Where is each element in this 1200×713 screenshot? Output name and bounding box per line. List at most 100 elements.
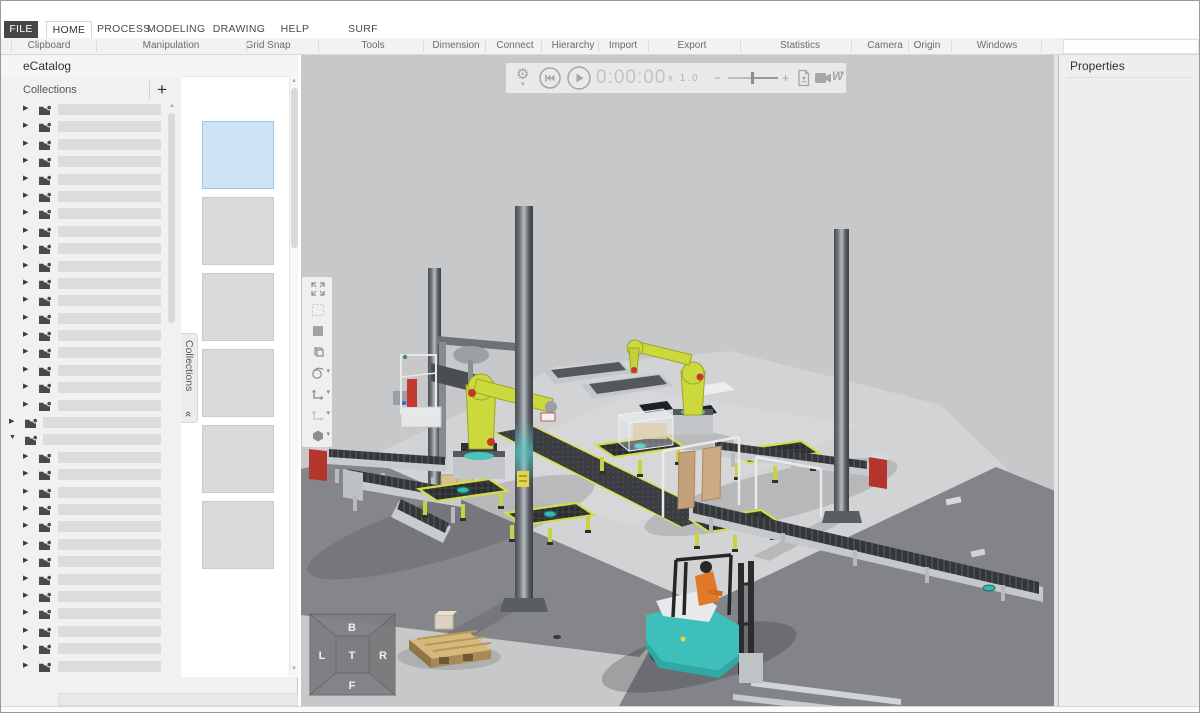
thumbnail-scrollbar[interactable]: ▲ ▼ [289,76,298,676]
collection-tree-row[interactable]: ▶ [1,449,166,466]
render-mode-button[interactable]: ▾ [302,361,332,382]
catalog-thumbnail[interactable] [202,501,274,569]
record-video-icon[interactable] [814,71,832,85]
collection-tree-row[interactable]: ▶ [1,623,166,640]
collection-tree-row[interactable]: ▶ [1,292,166,309]
collection-tree-row[interactable]: ▶ [1,171,166,188]
expand-arrow-icon[interactable]: ▶ [23,226,28,234]
nav-cube[interactable]: B L T R F [310,614,395,695]
export-pdf-icon[interactable] [796,69,812,87]
tree-scrollbar[interactable]: ▲ ▼ [167,101,177,713]
expand-arrow-icon[interactable]: ▶ [23,643,28,651]
collection-tree-row[interactable]: ▶ [1,379,166,396]
expand-arrow-icon[interactable]: ▶ [23,556,28,564]
collection-tree-row[interactable]: ▶ [1,571,166,588]
scroll-up-icon[interactable]: ▲ [290,78,298,84]
expand-arrow-icon[interactable]: ▶ [23,261,28,269]
viewport-3d[interactable]: B L T R F [301,55,1055,706]
expand-arrow-icon[interactable]: ▶ [23,278,28,286]
maximize-button[interactable] [302,277,332,298]
expand-arrow-icon[interactable]: ▶ [23,539,28,547]
catalog-thumbnail-selected[interactable] [202,121,274,189]
dropdown-icon[interactable]: ▾ [326,430,330,438]
expand-arrow-icon[interactable]: ▶ [9,417,14,425]
collection-tree-row[interactable]: ▶ [1,275,166,292]
collection-tree-row[interactable]: ▶ [1,205,166,222]
expand-arrow-icon[interactable]: ▶ [23,504,28,512]
collection-tree-row[interactable]: ▶ [1,553,166,570]
collection-tree-row[interactable]: ▼ [1,431,166,448]
collection-tree-row[interactable]: ▶ [1,258,166,275]
red-machine-left[interactable] [309,444,329,481]
expand-arrow-icon[interactable]: ▶ [23,347,28,355]
play-button-icon[interactable] [566,65,592,91]
expand-arrow-icon[interactable]: ▶ [23,574,28,582]
expand-arrow-icon[interactable]: ▶ [23,591,28,599]
tab-help[interactable]: HELP [273,21,317,38]
bounding-box-button[interactable] [302,340,332,361]
region-select-button[interactable] [302,298,332,319]
collection-tree-row[interactable]: ▶ [1,658,166,675]
expand-arrow-icon[interactable]: ▶ [23,626,28,634]
expand-arrow-icon[interactable]: ▶ [23,156,28,164]
catalog-thumbnail[interactable] [202,425,274,493]
expand-arrow-icon[interactable]: ▶ [23,330,28,338]
dropdown-icon[interactable]: ▾ [326,367,330,375]
catalog-thumbnail[interactable] [202,349,274,417]
expand-arrow-icon[interactable]: ▶ [23,243,28,251]
tab-file[interactable]: FILE [4,21,38,38]
collection-tree-row[interactable]: ▶ [1,327,166,344]
catalog-thumbnail[interactable] [202,197,274,265]
snap-lines-button[interactable]: ▾ [302,403,332,424]
expand-arrow-icon[interactable]: ▶ [23,104,28,112]
collection-tree-row[interactable]: ▶ [1,518,166,535]
settings-dropdown-icon[interactable]: ▾ [521,80,525,88]
collection-tree-row[interactable]: ▶ [1,344,166,361]
collapse-chevron-icon[interactable]: « [182,411,194,417]
expand-arrow-icon[interactable]: ▶ [23,469,28,477]
collection-tree-row[interactable]: ▶ [1,310,166,327]
collection-tree-row[interactable]: ▶ [1,605,166,622]
collection-tree-row[interactable]: ▶ [1,501,166,518]
tab-home[interactable]: HOME [46,21,92,38]
collection-tree-row[interactable]: ▶ [1,188,166,205]
dropdown-icon[interactable]: ▾ [326,388,330,396]
expand-arrow-icon[interactable]: ▶ [23,121,28,129]
scrollbar-thumb[interactable] [291,88,298,248]
collection-tree-row[interactable]: ▶ [1,118,166,135]
collection-tree-row[interactable]: ▶ [1,362,166,379]
collection-tree-row[interactable]: ▶ [1,466,166,483]
collection-tree-row[interactable]: ▶ [1,153,166,170]
collection-tree-row[interactable]: ▶ [1,223,166,240]
speed-slider[interactable] [728,77,778,79]
expand-arrow-icon[interactable]: ▶ [23,608,28,616]
expand-arrow-icon[interactable]: ▶ [23,295,28,303]
collection-tree-row[interactable]: ▶ [1,588,166,605]
tab-process[interactable]: PROCESS [97,21,140,38]
collection-tree-row[interactable]: ▶ [1,397,166,414]
scene-canvas[interactable]: B L T R F [301,55,1055,706]
collection-tree-row[interactable]: ▶ [1,414,166,431]
tab-drawing[interactable]: DRAWING [212,21,266,38]
collection-tree-row[interactable]: ▶ [1,484,166,501]
expand-arrow-icon[interactable]: ▶ [23,521,28,529]
tree-horizontal-scrollbar[interactable] [58,693,298,706]
red-machine-right[interactable] [869,452,889,489]
expand-arrow-icon[interactable]: ▶ [23,382,28,390]
glass-box[interactable] [619,409,673,451]
reset-rewind-icon[interactable] [538,66,562,90]
expand-arrow-icon[interactable]: ▶ [23,139,28,147]
fill-mode-button[interactable] [302,319,332,340]
collection-tree-row[interactable]: ▶ [1,640,166,657]
expand-arrow-icon[interactable]: ▶ [23,661,28,669]
speed-decrease-button[interactable]: − [714,71,721,85]
collection-tree-row[interactable]: ▶ [1,101,166,118]
collection-tree-row[interactable]: ▶ [1,136,166,153]
expand-arrow-icon[interactable]: ▶ [23,174,28,182]
add-collection-button[interactable]: + [153,79,171,101]
measure-axis-button[interactable]: ▾ [302,382,332,403]
catalog-thumbnail[interactable] [202,273,274,341]
collection-tree-row[interactable]: ▶ [1,536,166,553]
expand-arrow-icon[interactable]: ▶ [23,400,28,408]
expand-arrow-icon[interactable]: ▶ [23,208,28,216]
